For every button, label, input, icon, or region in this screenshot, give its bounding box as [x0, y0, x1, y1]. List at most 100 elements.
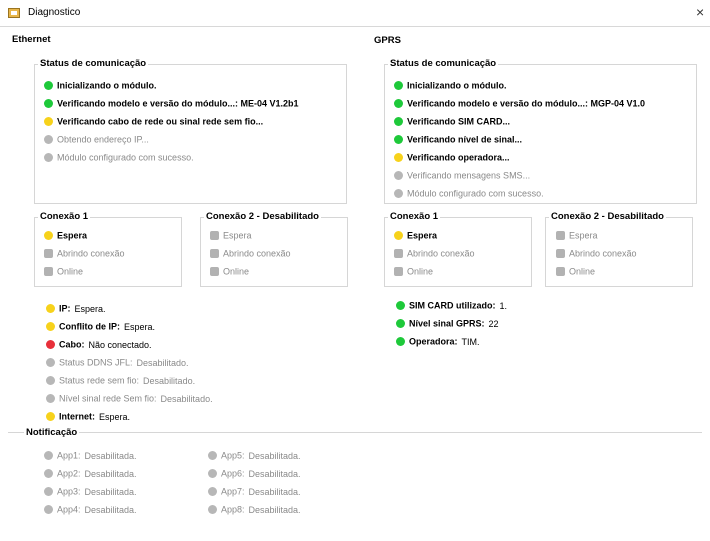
gprs-info-item-value: TIM.	[461, 336, 480, 347]
gprs-conn2-label: Conexão 2 - Desabilitado	[549, 211, 666, 222]
app-icon	[8, 8, 20, 18]
disabled-square-icon	[556, 267, 565, 277]
gprs-conn2-item-text: Espera	[569, 230, 598, 241]
ethernet-info-item-value: Desabilitado.	[136, 357, 189, 368]
gprs-status-item: Inicializando o módulo.	[394, 80, 507, 96]
green-status-dot-icon	[44, 81, 53, 91]
gprs-conn1-item: Abrindo conexão	[394, 248, 475, 264]
gprs-label: GPRS	[372, 35, 403, 46]
green-status-dot-icon	[396, 319, 405, 329]
disabled-square-icon	[210, 267, 219, 277]
notificacao-app-item-value: Desabilitada.	[84, 450, 137, 461]
ethernet-conn2-item-text: Espera	[223, 230, 252, 241]
notificacao-app-item-text: App5:	[221, 450, 245, 461]
gray-status-dot-icon	[44, 135, 53, 145]
notificacao-app-item-value: Desabilitada.	[84, 504, 137, 515]
gprs-conn2-item: Abrindo conexão	[556, 248, 637, 264]
gprs-status-item-text: Verificando mensagens SMS...	[407, 170, 531, 181]
ethernet-info-item: Conflito de IP: Espera.	[46, 321, 155, 337]
ethernet-status-item: Inicializando o módulo.	[44, 80, 157, 96]
gprs-status-item: Verificando SIM CARD...	[394, 116, 510, 132]
ethernet-conn1-item: Online	[44, 266, 83, 282]
gray-status-dot-icon	[208, 505, 217, 515]
ethernet-info-item-value: Não conectado.	[88, 339, 152, 350]
yellow-status-dot-icon	[44, 231, 53, 241]
ethernet-info-item: IP: Espera.	[46, 303, 106, 319]
ethernet-label: Ethernet	[10, 34, 53, 45]
notificacao-app-item-text: App8:	[221, 504, 245, 515]
ethernet-info-item-value: Desabilitado.	[143, 375, 196, 386]
yellow-status-dot-icon	[46, 322, 55, 332]
disabled-square-icon	[210, 249, 219, 259]
notificacao-app-item: App1: Desabilitada.	[44, 450, 137, 466]
ethernet-status-item-text: Verificando modelo e versão do módulo...…	[57, 98, 299, 109]
ethernet-conn1-item-text: Online	[57, 266, 84, 277]
ethernet-info-item: Internet: Espera.	[46, 411, 130, 427]
green-status-dot-icon	[394, 117, 403, 127]
ethernet-info-item-value: Espera.	[124, 321, 156, 332]
ethernet-status-item-text: Obtendo endereço IP...	[57, 134, 149, 145]
notificacao-app-item-text: App6:	[221, 468, 245, 479]
gprs-status-item: Verificando mensagens SMS...	[394, 170, 530, 186]
gray-status-dot-icon	[208, 487, 217, 497]
gprs-status-item-text: Verificando modelo e versão do módulo...…	[407, 98, 646, 109]
notificacao-app-item: App7: Desabilitada.	[208, 486, 301, 502]
notificacao-app-item-text: App3:	[57, 486, 81, 497]
notificacao-label: Notificação	[24, 427, 80, 438]
ethernet-conn1-item: Espera	[44, 230, 87, 246]
ethernet-conn2-label: Conexão 2 - Desabilitado	[204, 211, 321, 222]
gray-status-dot-icon	[394, 189, 403, 199]
disabled-square-icon	[556, 249, 565, 259]
gprs-info-item-value: 1.	[499, 300, 508, 311]
ethernet-info-item-value: Espera.	[74, 303, 106, 314]
disabled-square-icon	[556, 231, 565, 241]
gprs-status-item: Módulo configurado com sucesso.	[394, 188, 544, 204]
gray-status-dot-icon	[46, 376, 55, 386]
notificacao-app-item: App6: Desabilitada.	[208, 468, 301, 484]
gray-status-dot-icon	[44, 153, 53, 163]
ethernet-conn2-item: Online	[210, 266, 249, 282]
notificacao-app-item-value: Desabilitada.	[84, 468, 137, 479]
ethernet-info-item-text: Status rede sem fio:	[59, 375, 140, 386]
ethernet-status-item: Obtendo endereço IP...	[44, 134, 149, 150]
yellow-status-dot-icon	[394, 231, 403, 241]
disabled-square-icon	[394, 249, 403, 259]
gprs-conn2-item: Espera	[556, 230, 598, 246]
gprs-status-item: Verificando modelo e versão do módulo...…	[394, 98, 645, 114]
notificacao-app-item-value: Desabilitada.	[84, 486, 137, 497]
disabled-square-icon	[210, 231, 219, 241]
notificacao-app-item: App2: Desabilitada.	[44, 468, 137, 484]
gray-status-dot-icon	[46, 358, 55, 368]
gprs-info-item: Operadora: TIM.	[396, 336, 480, 352]
ethernet-info-item: Status rede sem fio: Desabilitado.	[46, 375, 195, 391]
gprs-conn1-item-text: Online	[407, 266, 434, 277]
close-button[interactable]: ×	[696, 3, 710, 21]
ethernet-info-item-text: Internet:	[59, 411, 95, 422]
ethernet-info-item-value: Desabilitado.	[160, 393, 213, 404]
notificacao-app-item: App4: Desabilitada.	[44, 504, 137, 520]
gprs-conn2-item-text: Abrindo conexão	[569, 248, 637, 259]
ethernet-status-item-text: Verificando cabo de rede ou sinal rede s…	[57, 116, 264, 127]
gprs-info-item-text: Nível sinal GPRS:	[409, 318, 485, 329]
gprs-status-item: Verificando nível de sinal...	[394, 134, 522, 150]
disabled-square-icon	[44, 249, 53, 259]
ethernet-conn2-item: Abrindo conexão	[210, 248, 291, 264]
ethernet-status-item: Verificando modelo e versão do módulo...…	[44, 98, 299, 114]
gray-status-dot-icon	[394, 171, 403, 181]
ethernet-conn1-item: Abrindo conexão	[44, 248, 125, 264]
ethernet-info-item-text: Cabo:	[59, 339, 85, 350]
green-status-dot-icon	[44, 99, 53, 109]
ethernet-status-item: Verificando cabo de rede ou sinal rede s…	[44, 116, 263, 132]
ethernet-conn2-item: Espera	[210, 230, 252, 246]
gprs-conn1-label: Conexão 1	[388, 211, 441, 222]
gprs-status-item-text: Verificando SIM CARD...	[407, 116, 511, 127]
gray-status-dot-icon	[208, 469, 217, 479]
gprs-info-item: SIM CARD utilizado: 1.	[396, 300, 507, 316]
gray-status-dot-icon	[44, 487, 53, 497]
green-status-dot-icon	[396, 337, 405, 347]
yellow-status-dot-icon	[46, 304, 55, 314]
window-title: Diagnostico	[28, 7, 81, 18]
gprs-conn1-item-text: Espera	[407, 230, 438, 241]
gprs-conn2-item-text: Online	[569, 266, 596, 277]
gprs-info-item-text: SIM CARD utilizado:	[409, 300, 496, 311]
